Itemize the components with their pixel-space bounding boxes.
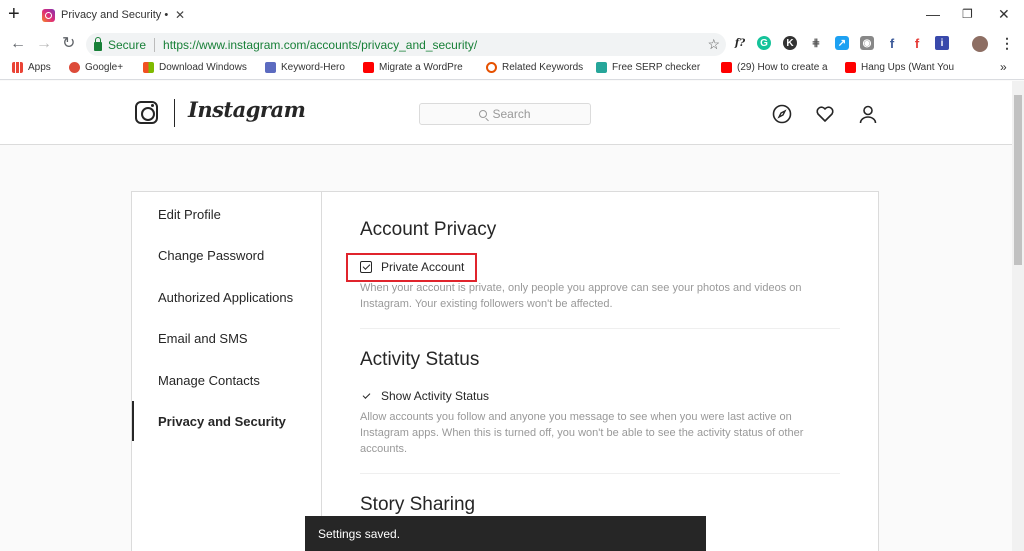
camera-extension-icon[interactable]: ◉ [860,36,874,50]
bookmark-item[interactable]: Hang Ups (Want You [845,62,954,73]
bookmark-item[interactable]: Google+ [69,62,123,73]
show-activity-status-option[interactable]: Show Activity Status [360,389,489,403]
settings-card: Edit Profile Change Password Authorized … [131,191,879,551]
bookmark-label: Keyword-Hero [281,62,345,73]
profile-avatar[interactable] [972,36,988,52]
show-activity-status-checkbox[interactable] [360,390,372,402]
windows-icon [143,62,154,73]
sidebar-item-email-and-sms[interactable]: Email and SMS [132,318,322,358]
facebook-extension-icon[interactable]: f [885,36,899,51]
share-extension-icon[interactable]: ↗ [835,36,849,50]
related-keywords-icon [486,62,497,73]
info-extension-icon[interactable]: i [935,36,949,50]
bookmark-item[interactable]: Free SERP checker [596,62,700,73]
show-activity-status-label: Show Activity Status [381,389,490,403]
bookmark-label: Google+ [85,62,124,73]
bookmark-label: (29) How to create a [737,62,828,73]
bookmark-label: Apps [28,62,51,73]
account-privacy-description: When your account is private, only peopl… [360,282,802,310]
omnibox-separator [154,37,156,52]
settings-sidebar: Edit Profile Change Password Authorized … [132,192,322,551]
bookmark-label: Free SERP checker [612,62,701,73]
window-close-icon[interactable]: ✕ [998,6,1010,22]
activity-status-description: Allow accounts you follow and anyone you… [360,411,804,455]
profile-person-icon[interactable] [858,104,878,124]
youtube-icon [363,62,374,73]
search-icon [479,110,488,118]
activity-status-title: Activity Status [360,349,480,370]
account-privacy-title: Account Privacy [360,219,497,240]
chrome-menu-icon[interactable]: ⋮ [1000,35,1014,51]
instagram-favicon-icon [42,8,55,22]
bookmark-label: Related Keywords [502,62,584,73]
apps-grid-icon [12,62,23,73]
more-bookmarks-button[interactable]: » [1000,60,1007,74]
logo-divider [174,99,175,127]
youtube-icon [845,62,856,73]
bookmark-item[interactable]: Apps [12,62,51,73]
restore-icon[interactable]: ❐ [962,6,973,22]
story-sharing-title: Story Sharing [360,494,476,515]
scrollbar-thumb[interactable] [1014,95,1022,265]
keyword-hero-icon [265,62,276,73]
url-text: https://www.instagram.com/accounts/priva… [163,37,478,52]
bookmark-item[interactable]: Keyword-Hero [265,62,345,73]
tab-title: Privacy and Security • Ins [61,9,171,21]
search-placeholder: Search [492,107,531,121]
reload-icon[interactable]: ↻ [62,35,75,53]
bookmark-item[interactable]: Download Windows [143,62,247,73]
explore-compass-icon[interactable] [772,104,792,124]
bookmark-item[interactable]: Migrate a WordPre [363,62,463,73]
instagram-logo[interactable]: Instagram [188,97,306,122]
serp-checker-icon [596,62,607,73]
instagram-camera-icon[interactable] [135,101,158,124]
secure-label: Secure [108,37,147,52]
bookmark-item[interactable]: Related Keywords [486,62,583,73]
bookmark-label: Hang Ups (Want You [861,62,955,73]
browser-tab[interactable]: Privacy and Security • Ins ✕ [34,0,186,30]
new-tab-button[interactable]: + [8,4,20,24]
section-divider [360,473,840,474]
browser-tabstrip: + Privacy and Security • Ins ✕ — ❐ ✕ [0,0,1024,30]
activity-heart-icon[interactable] [815,104,835,124]
google-plus-icon [69,62,80,73]
minimize-icon[interactable]: — [926,6,940,22]
private-account-option[interactable]: Private Account [346,253,477,282]
bookmark-label: Download Windows [159,62,247,73]
sidebar-item-change-password[interactable]: Change Password [132,235,322,275]
bookmark-star-icon[interactable]: ☆ [707,36,720,53]
bookmark-label: Migrate a WordPre [379,62,463,73]
section-divider [360,328,840,329]
tab-close-icon[interactable]: ✕ [175,8,185,22]
grammarly-icon[interactable]: G [757,36,771,50]
sidebar-item-edit-profile[interactable]: Edit Profile [132,194,322,234]
back-icon[interactable]: ← [10,35,26,53]
grid-extension-icon[interactable]: ⋕ [809,36,823,50]
extension-k-icon[interactable]: K [783,36,797,50]
sidebar-item-authorized-applications[interactable]: Authorized Applications [132,277,322,317]
bookmarks-bar: Apps Google+ Download Windows Keyword-He… [0,58,1024,80]
red-f-extension-icon[interactable]: f [910,36,924,51]
lock-icon [94,36,102,51]
search-input[interactable]: Search [419,103,591,125]
browser-toolbar: ← → ↻ Secure https://www.instagram.com/a… [0,30,1024,58]
sidebar-item-privacy-and-security[interactable]: Privacy and Security [132,401,322,441]
forward-icon[interactable]: → [36,35,52,53]
font-extension-icon[interactable]: f? [733,36,747,50]
address-bar[interactable]: Secure https://www.instagram.com/account… [86,33,726,56]
bookmark-item[interactable]: (29) How to create a [721,62,828,73]
settings-saved-toast: Settings saved. [305,516,706,551]
instagram-header: Instagram Search [0,81,1012,145]
youtube-icon [721,62,732,73]
page-scrollbar[interactable] [1012,81,1024,551]
sidebar-item-manage-contacts[interactable]: Manage Contacts [132,360,322,400]
